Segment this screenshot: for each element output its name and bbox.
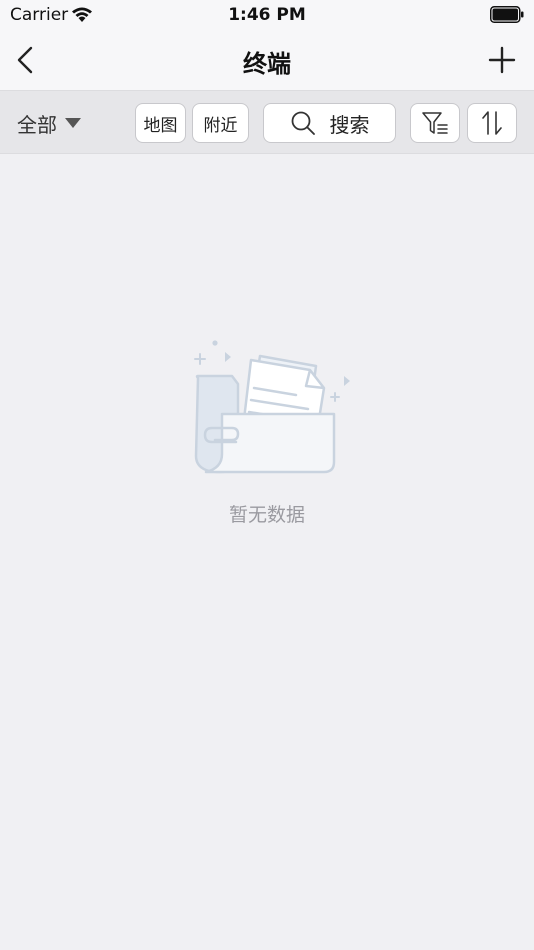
status-time: 1:46 PM bbox=[228, 5, 306, 25]
filter-toolbar: 全部 地图 附近 搜索 bbox=[0, 90, 534, 154]
battery-icon bbox=[490, 6, 524, 23]
caret-down-icon bbox=[65, 118, 81, 128]
empty-state-message: 暂无数据 bbox=[228, 504, 305, 526]
map-button-label: 地图 bbox=[143, 115, 178, 136]
navigation-bar: 终端 bbox=[0, 30, 534, 90]
all-filter-label: 全部 bbox=[17, 112, 57, 137]
map-button[interactable]: 地图 bbox=[135, 103, 186, 143]
search-button-label: 搜索 bbox=[329, 112, 370, 137]
empty-folder-illustration bbox=[194, 340, 350, 474]
screen: Carrier 1:46 PM 终端 全部 地图 附近 搜索 暂无数据 bbox=[0, 0, 534, 950]
search-button[interactable]: 搜索 bbox=[263, 103, 396, 143]
filter-button[interactable] bbox=[410, 103, 460, 143]
plus-icon[interactable] bbox=[488, 46, 516, 74]
sort-icon bbox=[482, 111, 502, 135]
all-filter-dropdown[interactable]: 全部 bbox=[17, 109, 81, 137]
page-title: 终端 bbox=[243, 50, 291, 78]
nearby-button-label: 附近 bbox=[203, 115, 238, 136]
status-bar: Carrier 1:46 PM bbox=[0, 0, 534, 30]
search-icon bbox=[291, 111, 315, 135]
sort-button[interactable] bbox=[467, 103, 517, 143]
filter-icon bbox=[422, 112, 448, 134]
nearby-button[interactable]: 附近 bbox=[192, 103, 249, 143]
